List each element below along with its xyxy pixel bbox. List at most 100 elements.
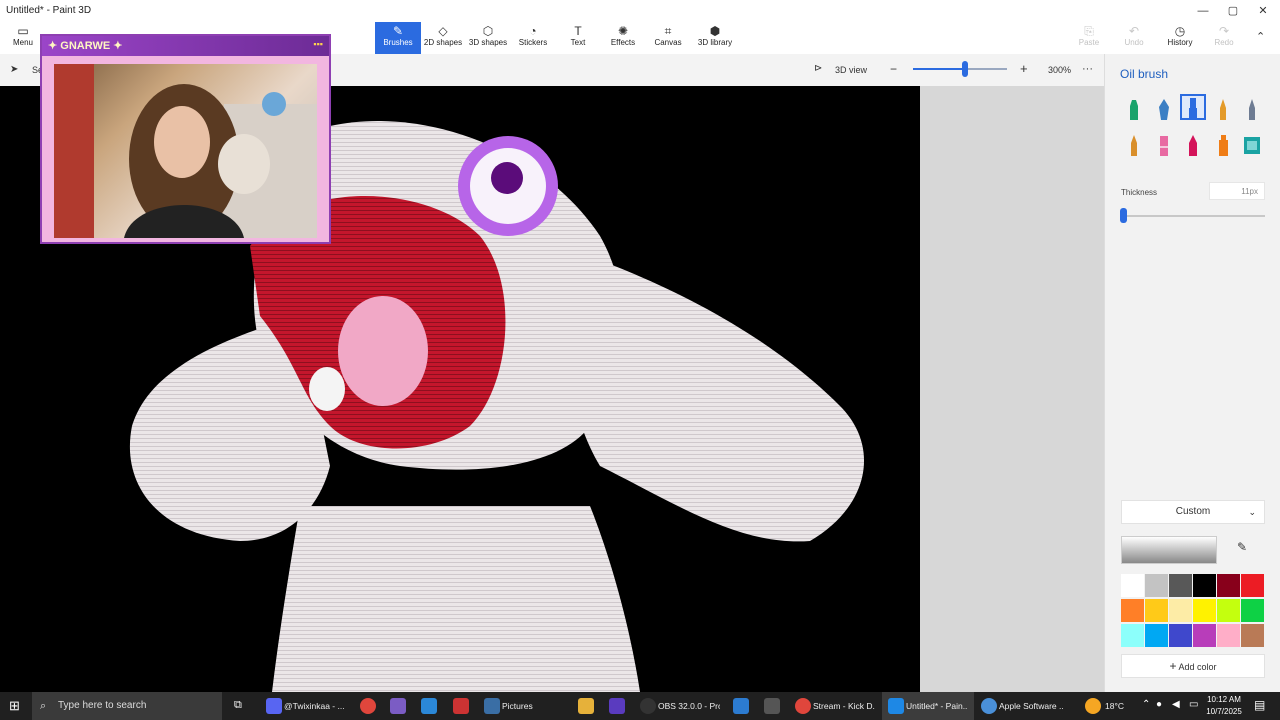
obs-icon[interactable] <box>640 698 656 714</box>
color-swatch[interactable] <box>1217 624 1240 647</box>
color-swatch[interactable] <box>1145 574 1168 597</box>
tab-effects[interactable]: ✺ Effects <box>600 22 646 54</box>
taskbar-item-paint3d[interactable]: Untitled* - Pain... <box>906 692 968 720</box>
tab-text[interactable]: T Text <box>555 22 601 54</box>
tab-brushes[interactable]: ✎ Brushes <box>375 22 421 54</box>
discord-icon[interactable] <box>266 698 282 714</box>
tab-stickers[interactable]: ◔ Stickers <box>510 22 556 54</box>
3d-view-toggle[interactable]: 3D view <box>835 65 867 75</box>
color-swatch[interactable] <box>1217 599 1240 622</box>
pencil-icon <box>1131 135 1137 156</box>
taskbar-item-pictures[interactable]: Pictures <box>502 692 562 720</box>
close-button[interactable]: ✕ <box>1248 0 1278 22</box>
taskbar-item-chrome[interactable]: Stream - Kick D... <box>813 692 875 720</box>
watercolor-brush[interactable] <box>1210 96 1236 122</box>
select-icon[interactable]: ➤ <box>10 64 18 75</box>
color-swatch[interactable] <box>1145 624 1168 647</box>
clock-date[interactable]: 10/7/2025 <box>1204 707 1244 716</box>
paint3d-icon[interactable] <box>888 698 904 714</box>
menu-button[interactable]: ▭ Menu <box>6 22 40 54</box>
zoom-out-icon[interactable]: − <box>890 62 897 76</box>
menu-label: Menu <box>12 38 33 47</box>
taskbar-item-discord[interactable]: @Twixinkaa - ... <box>284 692 344 720</box>
color-swatch[interactable] <box>1193 599 1216 622</box>
3d-view-icon[interactable]: ⊳ <box>814 63 822 74</box>
color-swatch[interactable] <box>1121 599 1144 622</box>
crayon-brush[interactable] <box>1180 132 1206 158</box>
collapse-ribbon-icon[interactable]: ⌃ <box>1256 30 1265 43</box>
add-color-button[interactable]: + Add color <box>1121 654 1265 678</box>
thickness-input[interactable]: 11px <box>1209 182 1265 200</box>
paste-button[interactable]: ⎘ Paste <box>1066 22 1112 54</box>
color-swatch[interactable] <box>1241 624 1264 647</box>
color-swatch[interactable] <box>1241 574 1264 597</box>
color-swatch[interactable] <box>1193 574 1216 597</box>
fill-brush[interactable] <box>1239 132 1265 158</box>
pixel-pen-brush[interactable] <box>1239 96 1265 122</box>
color-swatch[interactable] <box>1169 599 1192 622</box>
color-swatch[interactable] <box>1193 624 1216 647</box>
color-swatch[interactable] <box>1145 599 1168 622</box>
current-color-swatch[interactable] <box>1121 536 1217 564</box>
taskbar-item-obs[interactable]: OBS 32.0.0 - Pro... <box>658 692 720 720</box>
microphone-icon[interactable]: ● <box>1156 699 1162 710</box>
app-icon[interactable] <box>764 698 780 714</box>
task-view-icon[interactable]: ⧉ <box>234 699 242 712</box>
thickness-slider-knob[interactable] <box>1120 208 1127 223</box>
app-icon[interactable] <box>609 698 625 714</box>
app-icon[interactable] <box>421 698 437 714</box>
tab-3d-library[interactable]: ⬢ 3D library <box>690 22 740 54</box>
color-swatch[interactable] <box>1169 574 1192 597</box>
color-mode-dropdown[interactable]: Custom ⌄ <box>1121 500 1265 524</box>
taskbar-search[interactable]: ⌕ Type here to search <box>32 692 222 720</box>
figure-tongue <box>338 296 428 406</box>
tab-canvas[interactable]: ⌗ Canvas <box>645 22 691 54</box>
history-button[interactable]: ◷ History <box>1157 22 1203 54</box>
color-swatch[interactable] <box>1217 574 1240 597</box>
pixel-pen-icon <box>1249 99 1255 120</box>
taskbar-item-apple-software[interactable]: Apple Software ... <box>999 692 1063 720</box>
speaker-icon[interactable]: ◀ <box>1172 699 1180 710</box>
pencil-brush[interactable] <box>1121 132 1147 158</box>
tab-3d-shapes[interactable]: ⬡ 3D shapes <box>465 22 511 54</box>
zoom-slider-knob[interactable] <box>962 61 968 77</box>
chevron-up-icon[interactable]: ⌃ <box>1142 699 1150 710</box>
network-icon[interactable]: ▭ <box>1189 699 1198 710</box>
app-icon[interactable] <box>981 698 997 714</box>
app-icon[interactable] <box>578 698 594 714</box>
more-options-icon[interactable]: ··· <box>1082 63 1093 75</box>
chrome-icon[interactable] <box>795 698 811 714</box>
maximize-button[interactable]: ▢ <box>1218 0 1248 22</box>
spray-can-brush[interactable] <box>1210 132 1236 158</box>
app-icon[interactable] <box>733 698 749 714</box>
color-swatch[interactable] <box>1121 624 1144 647</box>
app-icon[interactable] <box>453 698 469 714</box>
tab-2d-shapes[interactable]: ◇ 2D shapes <box>420 22 466 54</box>
redo-button[interactable]: ↷ Redo <box>1201 22 1247 54</box>
windows-start-icon[interactable]: ⊞ <box>9 698 20 714</box>
app-icon[interactable] <box>390 698 406 714</box>
calligraphy-pen-brush[interactable] <box>1151 96 1177 122</box>
clock-time[interactable]: 10:12 AM <box>1206 695 1242 704</box>
effects-icon: ✺ <box>617 24 629 38</box>
eyedropper-icon[interactable]: ✎ <box>1237 540 1247 554</box>
weather-icon[interactable] <box>1085 698 1101 714</box>
oil-brush[interactable] <box>1180 94 1206 120</box>
marker-brush[interactable] <box>1121 96 1147 122</box>
notifications-icon[interactable]: ▤ <box>1254 698 1265 712</box>
color-swatch[interactable] <box>1169 624 1192 647</box>
eraser-brush[interactable] <box>1151 132 1177 158</box>
folder-icon[interactable] <box>484 698 500 714</box>
folder-icon: ▭ <box>17 24 29 38</box>
color-swatch[interactable] <box>1121 574 1144 597</box>
minimize-button[interactable]: — <box>1188 0 1218 22</box>
thickness-slider[interactable] <box>1123 215 1265 217</box>
color-swatch[interactable] <box>1241 599 1264 622</box>
zoom-in-icon[interactable]: + <box>1020 61 1028 76</box>
chevron-down-icon: ⌄ <box>1248 507 1256 517</box>
undo-button[interactable]: ↶ Undo <box>1111 22 1157 54</box>
watercolor-icon <box>1220 99 1226 120</box>
chrome-icon[interactable] <box>360 698 376 714</box>
tab-label: 2D shapes <box>423 38 463 47</box>
weather-temp[interactable]: 18°C <box>1105 692 1124 720</box>
